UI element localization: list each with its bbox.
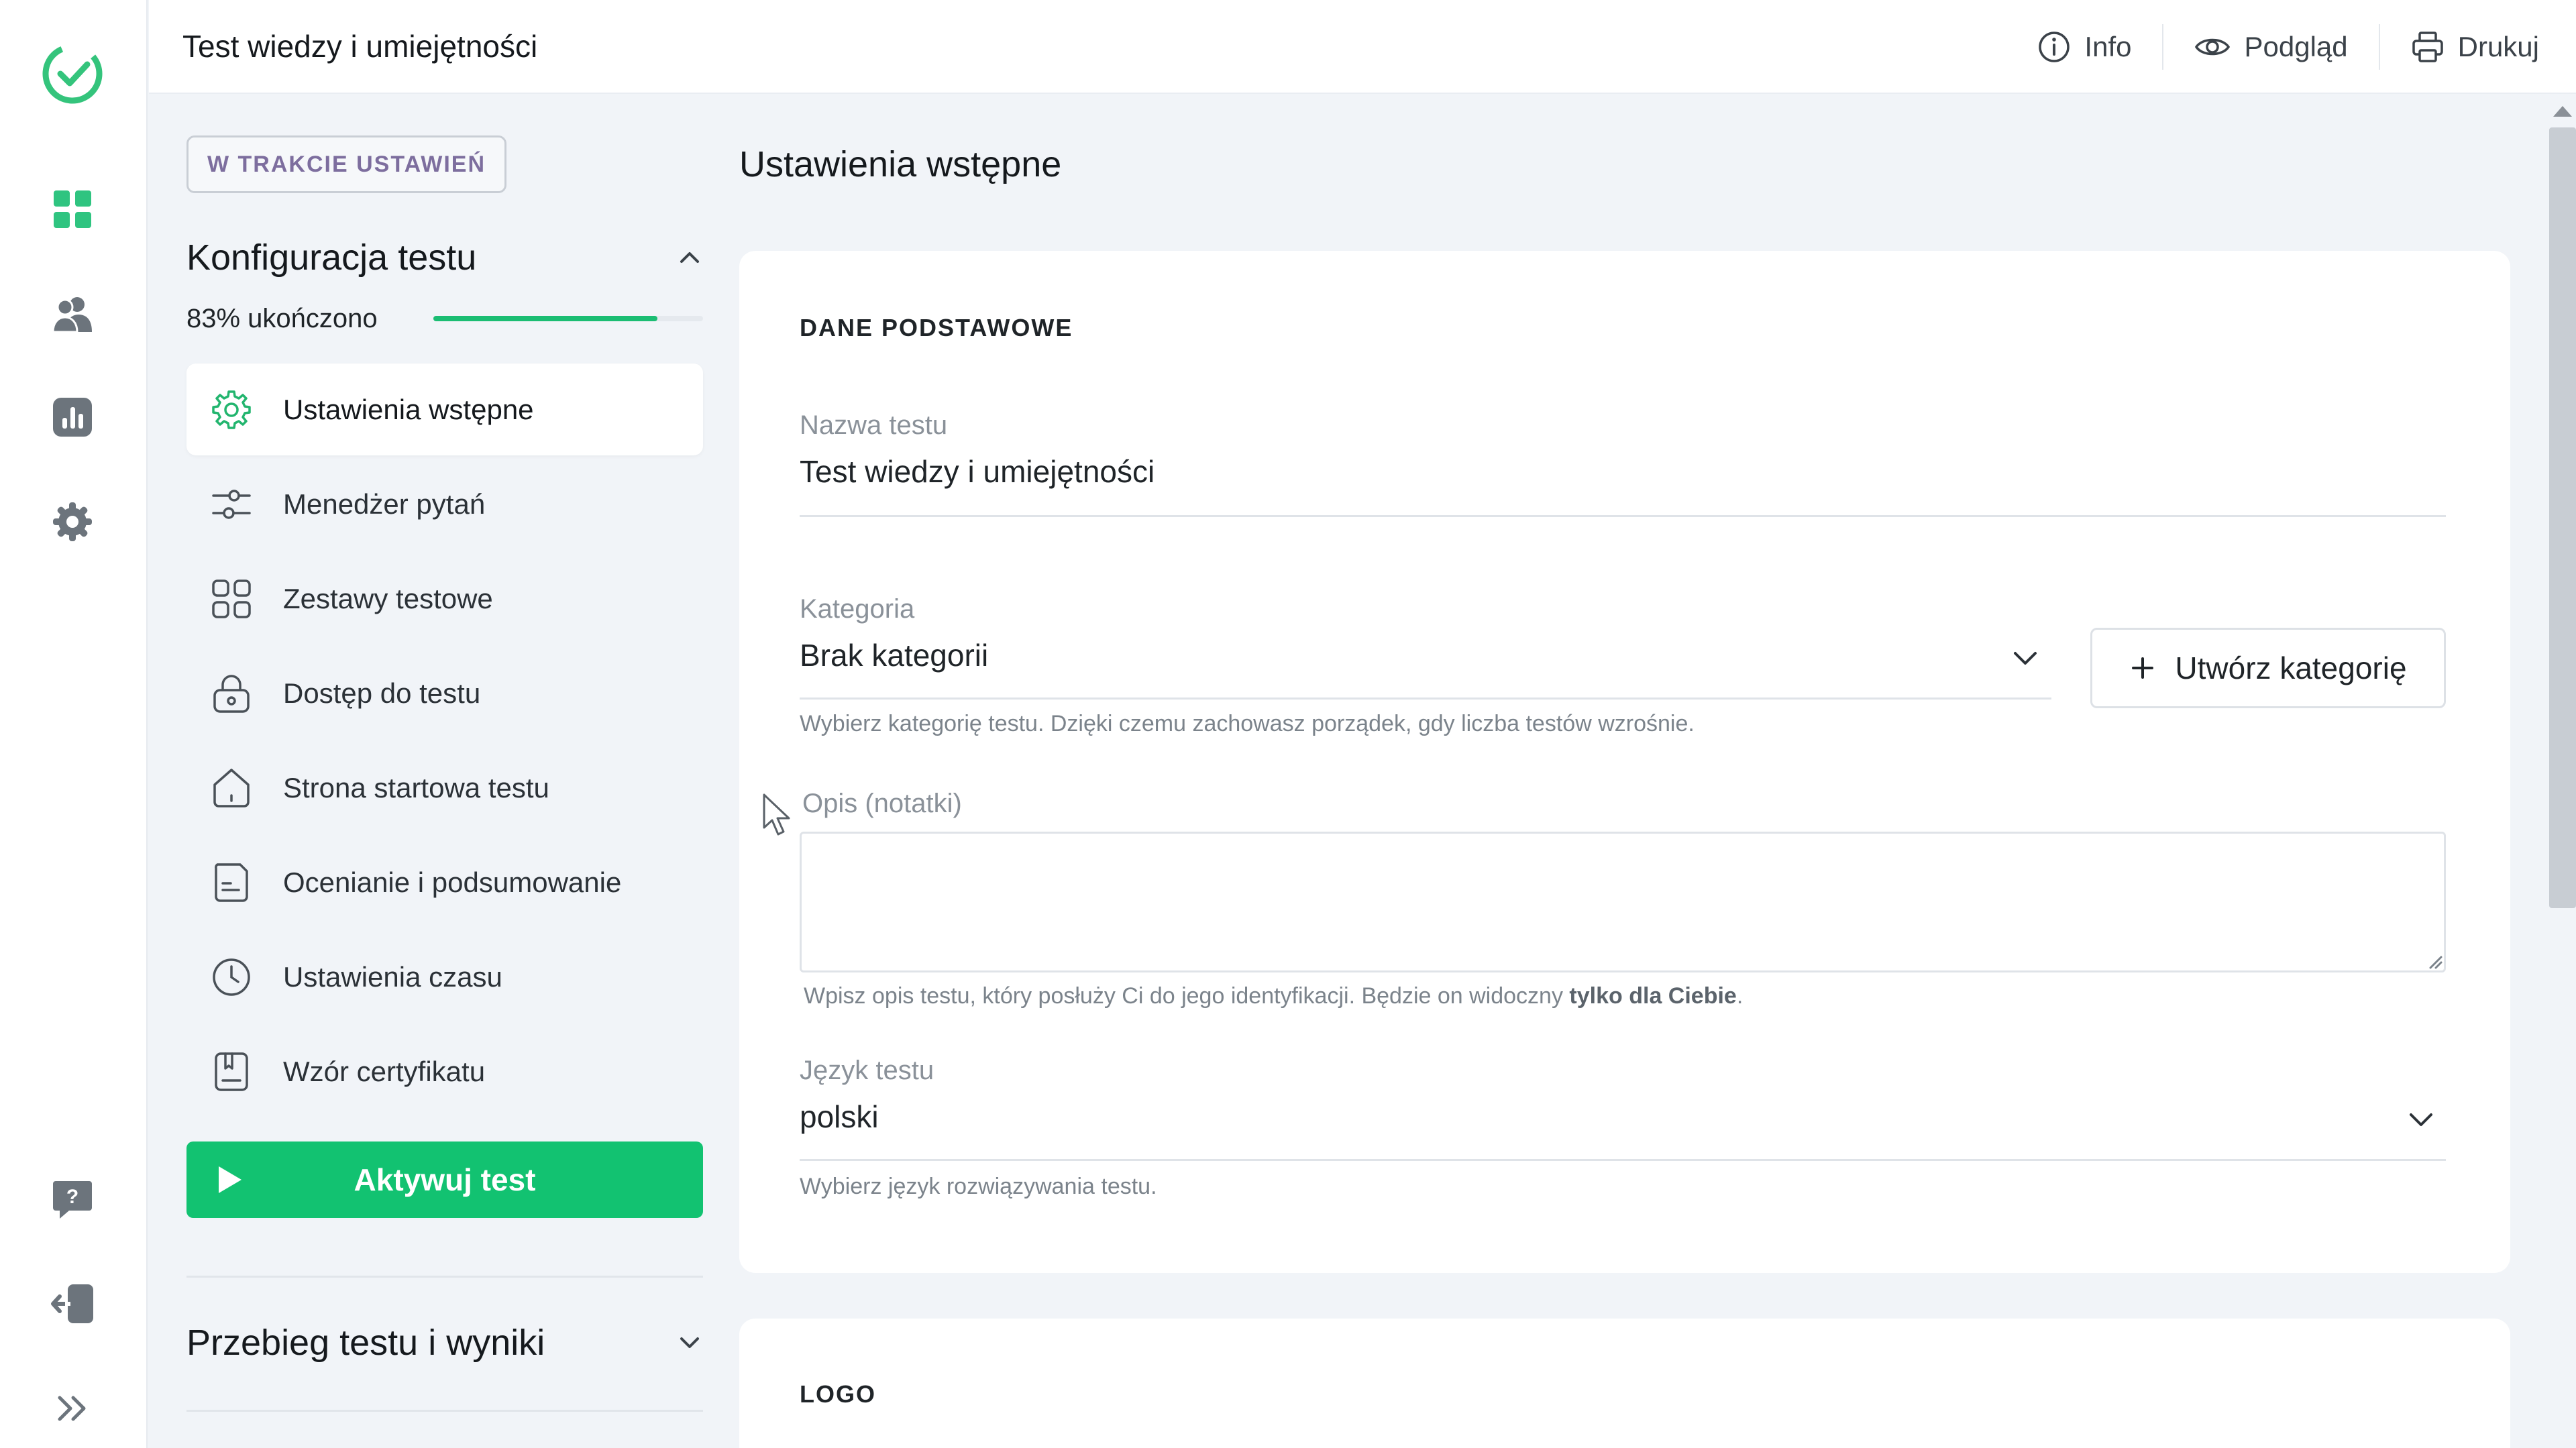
create-category-label: Utwórz kategorię: [2175, 651, 2407, 685]
info-icon: [2039, 32, 2070, 62]
chart-icon[interactable]: [40, 385, 105, 449]
chevron-down-icon[interactable]: [2008, 641, 2042, 675]
certificate-icon: [209, 1050, 254, 1094]
check-circle-logo-icon[interactable]: [40, 42, 105, 106]
top-actions: Info Podgląd Drukuj: [2006, 24, 2539, 70]
document-icon: [209, 860, 254, 905]
nav-item-label: Menedżer pytań: [283, 488, 486, 520]
test-name-input[interactable]: Test wiedzy i umiejętności: [800, 453, 1155, 490]
scrollbar[interactable]: [2549, 94, 2576, 1448]
divider: [186, 1410, 703, 1412]
progress: 83% ukończono: [186, 295, 703, 342]
nav-item-label: Wzór certyfikatu: [283, 1055, 486, 1087]
language-underline: [800, 1159, 2446, 1161]
preview-button[interactable]: Podgląd: [2162, 24, 2378, 70]
language-label: Język testu: [800, 1056, 934, 1085]
lock-icon: [209, 671, 254, 716]
printer-icon: [2412, 32, 2443, 62]
eye-icon: [2195, 38, 2231, 56]
chevron-down-icon[interactable]: [2404, 1103, 2438, 1136]
divider: [186, 1276, 703, 1278]
nav-item-grading-summary[interactable]: Ocenianie i podsumowanie: [186, 836, 703, 928]
icon-rail: ?: [0, 0, 148, 1448]
scroll-up-arrow-icon[interactable]: [2553, 106, 2572, 117]
logo-section-heading: LOGO: [800, 1380, 876, 1408]
clock-icon: [209, 955, 254, 999]
logout-icon[interactable]: [40, 1272, 105, 1336]
gear-icon: [209, 388, 254, 432]
gear-icon[interactable]: [40, 490, 105, 554]
results-section-title: Przebieg testu i wyniki: [186, 1323, 545, 1363]
grid-outline-icon: [209, 577, 254, 621]
config-section-header[interactable]: Konfiguracja testu: [186, 231, 703, 284]
progress-bar: [433, 316, 703, 321]
basic-data-card: DANE PODSTAWOWE Nazwa testu Test wiedzy …: [739, 251, 2510, 1273]
app-title: Test wiedzy i umiejętności: [182, 29, 538, 64]
sliders-icon: [209, 482, 254, 526]
nav-item-test-sets[interactable]: Zestawy testowe: [186, 553, 703, 645]
description-helper: Wpisz opis testu, który posłuży Ci do je…: [804, 983, 1743, 1009]
page-title: Ustawienia wstępne: [739, 144, 1062, 184]
description-helper-emphasis: tylko dla Ciebie: [1569, 983, 1737, 1009]
results-section-header[interactable]: Przebieg testu i wyniki: [186, 1316, 703, 1370]
svg-text:?: ?: [66, 1186, 78, 1208]
chevron-down-icon[interactable]: [676, 1329, 703, 1356]
double-chevron-right-icon[interactable]: [40, 1376, 105, 1441]
nav-item-test-access[interactable]: Dostęp do testu: [186, 647, 703, 739]
category-helper: Wybierz kategorię testu. Dzięki czemu za…: [800, 711, 1695, 736]
nav-item-certificate-template[interactable]: Wzór certyfikatu: [186, 1025, 703, 1117]
progress-label: 83% ukończono: [186, 303, 378, 333]
nav-item-label: Ustawienia wstępne: [283, 393, 534, 425]
category-select[interactable]: Brak kategorii: [800, 637, 988, 673]
nav-item-label: Ocenianie i podsumowanie: [283, 866, 622, 898]
nav-item-label: Dostęp do testu: [283, 677, 481, 709]
preview-label: Podgląd: [2244, 31, 2348, 62]
nav-item-label: Ustawienia czasu: [283, 960, 502, 993]
nav-item-label: Strona startowa testu: [283, 771, 549, 803]
config-nav: Ustawienia wstępne Menedżer pytań Zestaw…: [186, 364, 703, 1120]
category-underline: [800, 698, 2051, 700]
description-label: Opis (notatki): [802, 789, 962, 818]
info-label: Info: [2084, 31, 2132, 62]
nav-item-preliminary-settings[interactable]: Ustawienia wstępne: [186, 364, 703, 455]
config-section-title: Konfiguracja testu: [186, 237, 477, 278]
mouse-cursor-icon: [763, 793, 790, 836]
activate-test-label: Aktywuj test: [354, 1162, 536, 1197]
dashboard-grid-icon[interactable]: [40, 177, 105, 241]
plus-icon: [2132, 657, 2154, 679]
scrollbar-thumb[interactable]: [2549, 127, 2576, 908]
play-icon: [219, 1166, 241, 1193]
logo-card: LOGO: [739, 1319, 2510, 1448]
top-bar: Test wiedzy i umiejętności Info Podgląd: [149, 0, 2576, 94]
test-name-underline: [800, 515, 2446, 517]
nav-item-label: Zestawy testowe: [283, 582, 493, 614]
category-label: Kategoria: [800, 594, 915, 624]
settings-sidebar: W TRAKCIE USTAWIEŃ Konfiguracja testu 83…: [149, 94, 733, 1448]
nav-item-start-page[interactable]: Strona startowa testu: [186, 742, 703, 834]
users-icon[interactable]: [40, 282, 105, 346]
home-icon: [209, 766, 254, 810]
resize-handle-icon[interactable]: [2424, 950, 2443, 969]
test-name-label: Nazwa testu: [800, 410, 948, 440]
help-icon[interactable]: ?: [40, 1167, 105, 1231]
chevron-up-icon[interactable]: [676, 244, 703, 271]
status-badge: W TRAKCIE USTAWIEŃ: [186, 135, 507, 193]
info-button[interactable]: Info: [2006, 24, 2162, 70]
nav-item-question-manager[interactable]: Menedżer pytań: [186, 458, 703, 550]
language-helper: Wybierz język rozwiązywania testu.: [800, 1174, 1157, 1199]
description-textarea[interactable]: [800, 832, 2446, 972]
description-helper-text: Wpisz opis testu, który posłuży Ci do je…: [804, 983, 1570, 1009]
create-category-button[interactable]: Utwórz kategorię: [2090, 628, 2446, 708]
print-label: Drukuj: [2457, 31, 2539, 62]
section-heading: DANE PODSTAWOWE: [800, 314, 1073, 341]
progress-bar-fill: [433, 316, 657, 321]
nav-item-time-settings[interactable]: Ustawienia czasu: [186, 931, 703, 1023]
print-button[interactable]: Drukuj: [2378, 24, 2539, 70]
activate-test-button[interactable]: Aktywuj test: [186, 1141, 703, 1218]
language-select[interactable]: polski: [800, 1099, 879, 1135]
description-helper-end: .: [1736, 983, 1743, 1009]
